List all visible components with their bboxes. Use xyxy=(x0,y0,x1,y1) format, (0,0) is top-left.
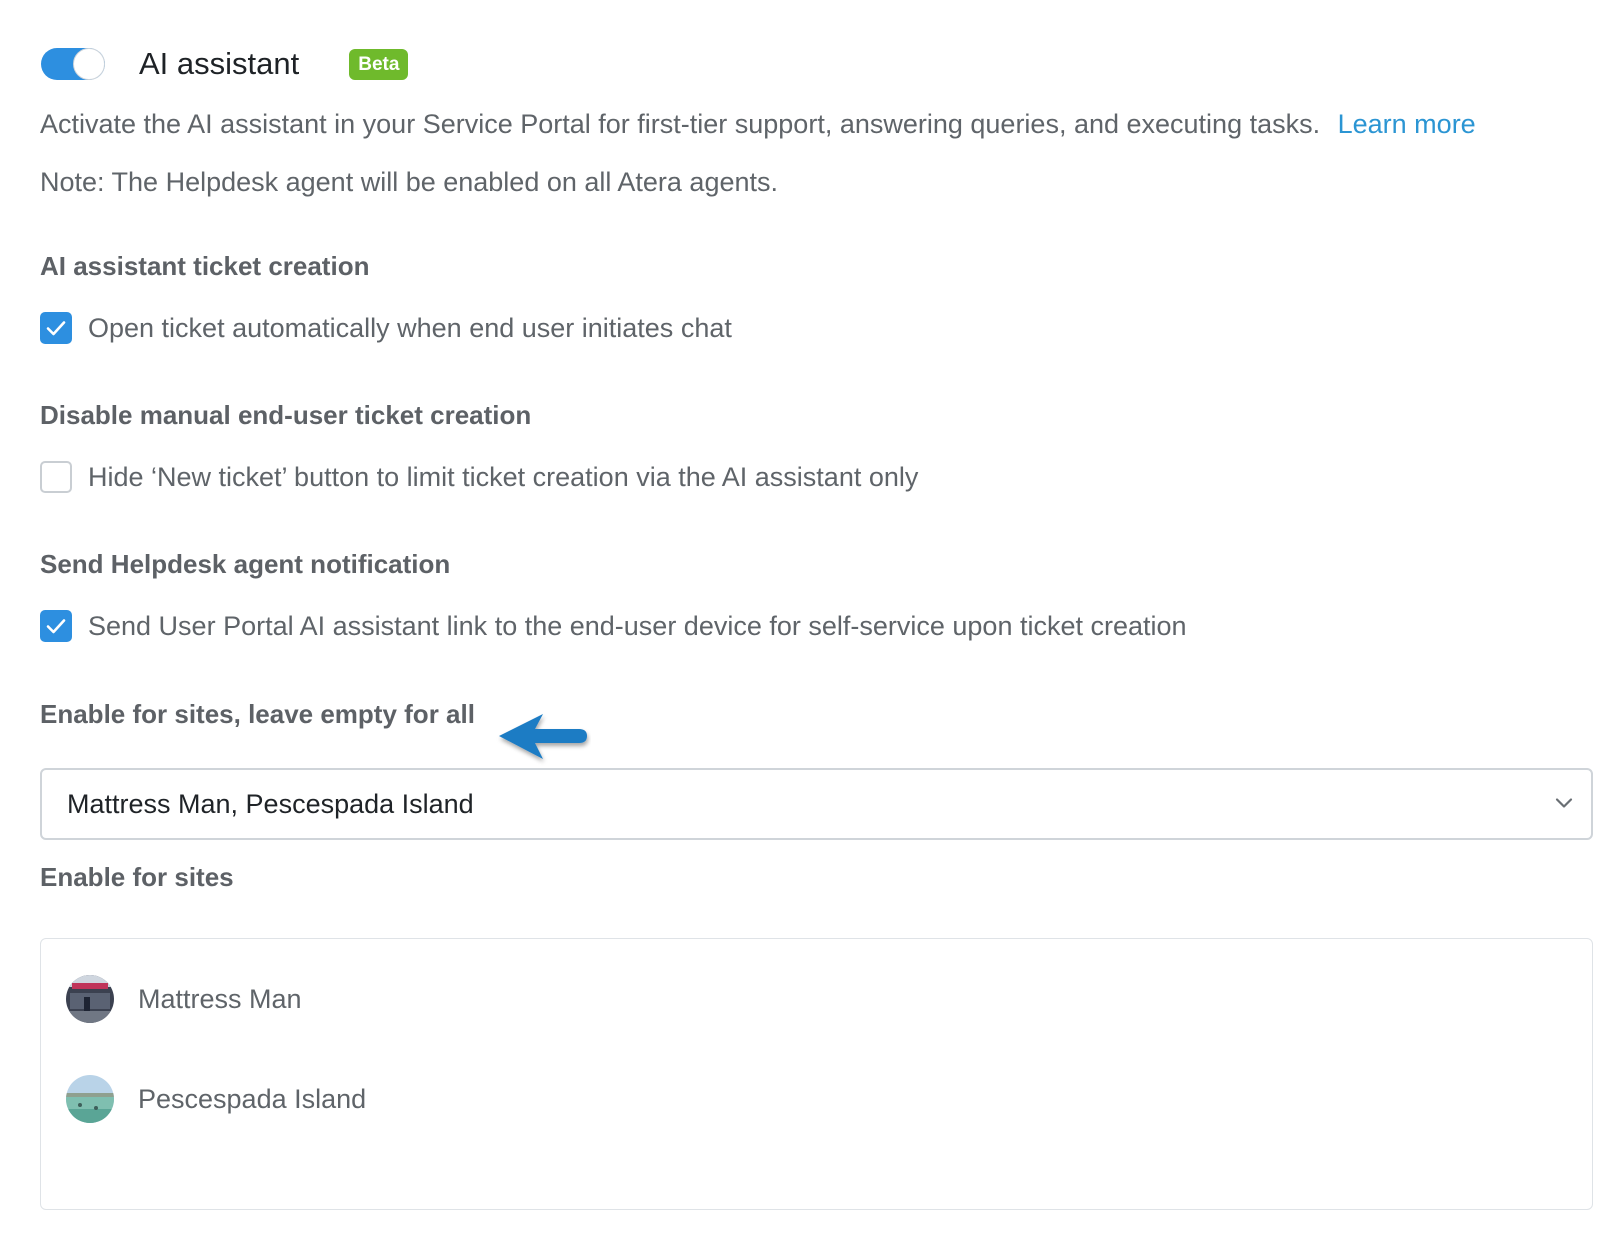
sites-select-label: Enable for sites, leave empty for all xyxy=(40,699,475,729)
hide-new-ticket-checkbox[interactable] xyxy=(40,461,72,493)
avatar xyxy=(66,975,114,1023)
toggle-knob xyxy=(73,48,105,80)
annotation-arrow-icon xyxy=(499,714,587,759)
open-ticket-label: Open ticket automatically when end user … xyxy=(88,312,732,343)
send-link-checkbox[interactable] xyxy=(40,610,72,642)
hide-new-ticket-label: Hide ‘New ticket’ button to limit ticket… xyxy=(88,461,919,492)
ai-assistant-settings: AI assistant Beta Activate the AI assist… xyxy=(0,0,1618,1248)
sites-list-label: Enable for sites xyxy=(40,862,234,892)
send-link-label: Send User Portal AI assistant link to th… xyxy=(88,610,1187,641)
list-item-mattress-man[interactable]: Mattress Man xyxy=(66,975,302,1023)
checkbox-row-hide-new-ticket[interactable]: Hide ‘New ticket’ button to limit ticket… xyxy=(40,461,918,493)
checkbox-row-send-link[interactable]: Send User Portal AI assistant link to th… xyxy=(40,610,1187,642)
description-text: Activate the AI assistant in your Servic… xyxy=(40,109,1321,139)
chevron-down-icon xyxy=(1555,798,1573,808)
checkmark-icon xyxy=(46,321,66,336)
sites-list: Mattress Man Pescespada Island xyxy=(40,938,1593,1210)
section-title-ticket-creation: AI assistant ticket creation xyxy=(40,251,370,281)
page-title: AI assistant xyxy=(139,46,300,81)
sites-select[interactable]: Mattress Man, Pescespada Island xyxy=(40,768,1593,840)
site-name: Pescespada Island xyxy=(138,1083,367,1114)
description: Activate the AI assistant in your Servic… xyxy=(40,109,1476,140)
avatar xyxy=(66,1075,114,1123)
checkmark-icon xyxy=(46,619,66,634)
learn-more-link[interactable]: Learn more xyxy=(1338,109,1476,139)
checkbox-row-open-ticket[interactable]: Open ticket automatically when end user … xyxy=(40,312,732,344)
list-item-pescespada-island[interactable]: Pescespada Island xyxy=(66,1075,366,1123)
section-title-notification: Send Helpdesk agent notification xyxy=(40,549,451,579)
site-name: Mattress Man xyxy=(138,983,302,1014)
sites-select-value: Mattress Man, Pescespada Island xyxy=(67,788,474,819)
beta-badge: Beta xyxy=(349,48,409,80)
helpdesk-note: Note: The Helpdesk agent will be enabled… xyxy=(40,167,778,197)
settings-header: AI assistant Beta xyxy=(41,46,409,82)
ai-assistant-toggle[interactable] xyxy=(41,48,105,80)
section-title-disable-manual: Disable manual end-user ticket creation xyxy=(40,400,532,430)
open-ticket-checkbox[interactable] xyxy=(40,312,72,344)
